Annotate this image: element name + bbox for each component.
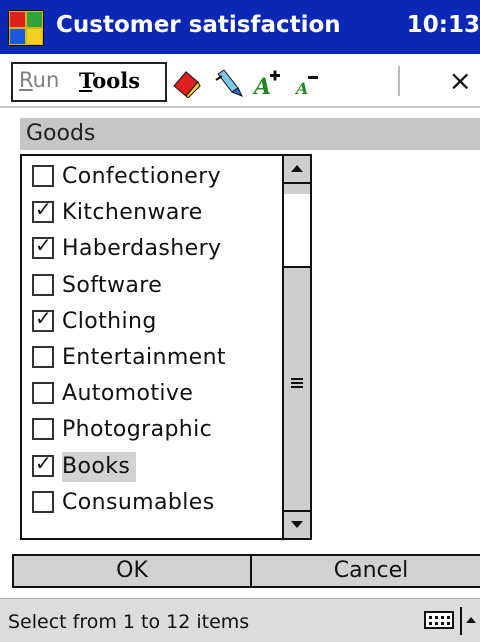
list-item-label: Automotive (62, 381, 194, 407)
arrow-up-icon (291, 165, 303, 172)
checkmark-icon: ✓ (35, 197, 52, 222)
menu-run-label: un (32, 68, 60, 92)
status-bar: Select from 1 to 12 items (0, 598, 480, 642)
list-item-label: Confectionery (62, 164, 222, 189)
checkbox[interactable]: ✓ (32, 233, 54, 260)
dialog-buttons: OK Cancel (0, 554, 480, 590)
section-header: Goods (20, 118, 480, 150)
menu-tools-accelerator: T (79, 68, 93, 93)
checkbox[interactable] (32, 418, 54, 441)
checkmark-icon: ✓ (35, 305, 52, 330)
svg-text:A: A (294, 79, 308, 98)
checkbox[interactable]: ✓ (32, 197, 54, 224)
list-item-label: Entertainment (62, 345, 226, 370)
goods-listbox[interactable]: Confectionery ✓ Kitchenware ✓ Haberdashery So… (20, 154, 312, 540)
checkbox[interactable] (32, 490, 54, 513)
cancel-button[interactable]: Cancel (250, 554, 480, 588)
status-text: Select from 1 to 12 items (8, 611, 250, 633)
toolbar-separator (398, 66, 400, 96)
list-item-label: Clothing (62, 308, 157, 334)
checkbox[interactable]: ✓ (32, 451, 54, 477)
list-item-label: Consumables (62, 489, 215, 515)
arrow-down-icon (291, 521, 303, 528)
font-larger-icon[interactable]: A (252, 66, 284, 98)
checkmark-icon: ✓ (35, 233, 52, 258)
checkbox[interactable] (32, 346, 54, 368)
list-item-label: Kitchenware (62, 200, 203, 226)
scroll-grip-icon[interactable] (291, 378, 303, 388)
scroll-down-button[interactable] (284, 510, 310, 538)
svg-text:A: A (252, 74, 271, 98)
vertical-scrollbar[interactable] (282, 156, 310, 538)
input-menu-arrow-icon[interactable] (460, 607, 480, 635)
menu-run[interactable]: Run (19, 68, 59, 92)
window-title: Customer satisfaction (56, 12, 341, 38)
menu-bar: Run Tools A A × (0, 56, 480, 108)
menu-run-accelerator: R (19, 68, 33, 92)
list-item-label: Books (62, 451, 137, 482)
menu-tools[interactable]: Tools (79, 68, 140, 93)
scroll-track-window[interactable] (284, 194, 310, 268)
list-item-label: Photographic (62, 417, 213, 443)
highlighter-icon[interactable] (212, 66, 244, 98)
checkbox[interactable]: ✓ (32, 306, 54, 332)
ok-button[interactable]: OK (12, 554, 252, 588)
title-bar: Customer satisfaction 10:13 (0, 0, 480, 54)
menu-group: Run Tools (11, 62, 167, 102)
checkmark-icon: ✓ (35, 450, 52, 475)
clock[interactable]: 10:13 (407, 12, 480, 38)
checkbox[interactable] (32, 165, 54, 187)
list-item-label: Software (62, 272, 163, 298)
font-smaller-icon[interactable]: A (292, 66, 324, 98)
close-button[interactable]: × (449, 64, 472, 97)
scroll-up-button[interactable] (284, 156, 310, 184)
keyboard-icon[interactable] (424, 611, 454, 629)
menu-tools-label: ools (92, 68, 141, 93)
checkbox[interactable] (32, 382, 54, 405)
checkbox[interactable] (32, 273, 54, 296)
windows-flag-icon[interactable] (8, 10, 44, 46)
eraser-icon[interactable] (170, 66, 202, 98)
list-item-label: Haberdashery (62, 236, 222, 262)
